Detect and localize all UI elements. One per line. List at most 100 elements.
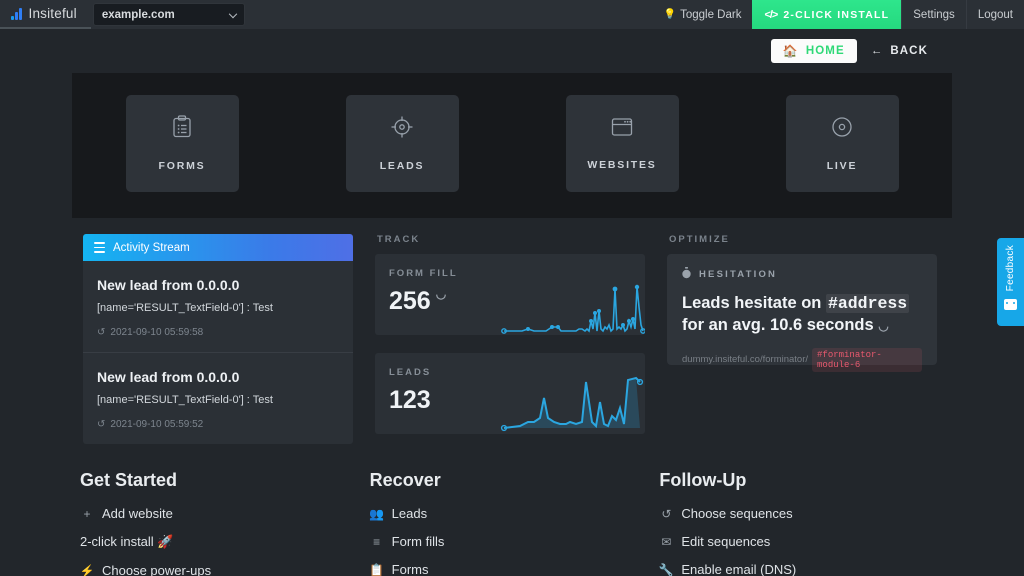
- top-nav-actions: 💡 Toggle Dark </> 2-CLICK INSTALL Settin…: [653, 0, 1024, 29]
- activity-stream-title: Activity Stream: [113, 241, 190, 254]
- tile-live[interactable]: LIVE: [785, 95, 899, 192]
- hesitation-headline: Leads hesitate on #address for an avg. 1…: [682, 293, 922, 337]
- link-label: 2-click install 🚀: [80, 534, 174, 549]
- link-label: Leads: [391, 506, 428, 521]
- metric-value-wrap: 256 ◡: [389, 287, 458, 316]
- link-edit-sequences[interactable]: ✉ Edit sequences: [659, 534, 949, 549]
- activity-title: New lead from 0.0.0.0: [97, 277, 240, 293]
- top-navigation-bar: Insiteful example.com 💡 Toggle Dark </> …: [0, 0, 1024, 29]
- settings-label: Settings: [913, 8, 955, 21]
- install-label: 2-CLICK INSTALL: [783, 8, 890, 21]
- hamburger-icon: [94, 242, 105, 253]
- home-icon: 🏠: [782, 44, 799, 58]
- smiley-face-icon: [1004, 299, 1017, 311]
- clipboard-icon: 📋: [369, 562, 385, 576]
- hesitation-header: HESITATION: [682, 267, 922, 282]
- brand-logo[interactable]: Insiteful: [0, 0, 91, 29]
- link-label: Forms: [391, 562, 429, 576]
- link-2-click-install[interactable]: 2-click install 🚀: [80, 534, 370, 550]
- toggle-dark-button[interactable]: 💡 Toggle Dark: [653, 0, 753, 29]
- external-link-icon[interactable]: ◡: [436, 287, 446, 301]
- tile-label: WEBSITES: [587, 159, 657, 171]
- metric-label: FORM FILL: [389, 268, 458, 279]
- logout-label: Logout: [977, 8, 1013, 21]
- column-recover: Recover 👥 Leads ≡ Form fills 📋 Forms: [369, 470, 660, 576]
- brand-name: Insiteful: [28, 6, 77, 21]
- secondary-navigation: 🏠 HOME ← BACK: [0, 29, 1024, 73]
- logout-link[interactable]: Logout: [965, 0, 1024, 29]
- timestamp-text: 2021-09-10 05:59:58: [110, 327, 204, 338]
- metric-value: 256: [389, 287, 431, 315]
- metric-value: 123: [389, 386, 431, 414]
- track-section-label: TRACK: [377, 234, 421, 245]
- history-clock-icon: ↺: [661, 506, 672, 521]
- plus-icon: +: [83, 506, 91, 521]
- code-brackets-icon: </>: [764, 8, 778, 21]
- two-click-install-button[interactable]: </> 2-CLICK INSTALL: [752, 0, 902, 29]
- metric-card-leads[interactable]: LEADS 123: [375, 353, 645, 434]
- link-label: Add website: [102, 506, 173, 521]
- site-selector-value: example.com: [101, 8, 175, 21]
- headline-part-1: Leads hesitate on: [682, 294, 826, 312]
- link-recover-leads[interactable]: 👥 Leads: [369, 506, 660, 521]
- history-clock-icon: ↺: [97, 419, 106, 430]
- metric-value-wrap: 123: [389, 386, 431, 415]
- settings-link[interactable]: Settings: [901, 0, 966, 29]
- hesitation-label: HESITATION: [699, 269, 778, 280]
- headline-part-2: for an avg. 10.6 seconds: [682, 315, 874, 334]
- link-add-website[interactable]: + Add website: [80, 506, 370, 521]
- clipboard-icon: [171, 115, 193, 144]
- hesitation-field-tag: #address: [825, 294, 910, 313]
- chevron-down-icon: [228, 9, 238, 18]
- back-button[interactable]: ← BACK: [871, 45, 928, 57]
- tile-forms[interactable]: FORMS: [125, 95, 239, 192]
- site-selector-dropdown[interactable]: example.com: [92, 3, 245, 26]
- hesitation-card[interactable]: HESITATION Leads hesitate on #address fo…: [667, 254, 937, 372]
- link-label: Choose sequences: [681, 506, 793, 521]
- activity-stream-header[interactable]: Activity Stream: [83, 234, 353, 261]
- feedback-tab[interactable]: Feedback: [997, 238, 1024, 326]
- tile-label: LEADS: [379, 160, 425, 172]
- hesitation-url: dummy.insiteful.co/forminator/: [682, 354, 809, 366]
- link-choose-sequences[interactable]: ↺ Choose sequences: [659, 506, 949, 521]
- activity-stream-panel: Activity Stream New lead from 0.0.0.0 [n…: [83, 234, 353, 444]
- metric-card-form-fill[interactable]: FORM FILL 256 ◡: [375, 254, 645, 335]
- column-heading: Follow-Up: [659, 470, 747, 490]
- link-recover-forms[interactable]: 📋 Forms: [369, 562, 660, 576]
- link-label: Choose power-ups: [102, 563, 212, 576]
- tile-websites[interactable]: WEBSITES: [565, 95, 679, 192]
- list-item[interactable]: New lead from 0.0.0.0 [name='RESULT_Text…: [83, 352, 353, 444]
- history-clock-icon: ↺: [97, 327, 106, 338]
- external-link-icon[interactable]: ◡: [878, 319, 888, 333]
- tile-leads[interactable]: LEADS: [345, 95, 459, 192]
- bolt-icon: ⚡: [79, 563, 95, 576]
- back-label: BACK: [890, 45, 928, 57]
- activity-title: New lead from 0.0.0.0: [97, 369, 240, 385]
- leads-sparkline: [500, 376, 644, 432]
- tile-label: FORMS: [158, 160, 206, 172]
- column-follow-up: Follow-Up ↺ Choose sequences ✉ Edit sequ…: [659, 470, 949, 576]
- link-label: Edit sequences: [681, 534, 771, 549]
- envelope-icon: ✉: [661, 534, 672, 549]
- column-heading: Get Started: [80, 470, 178, 490]
- link-enable-email-dns[interactable]: 🔧 Enable email (DNS): [659, 562, 949, 576]
- bar-chart-logo-icon: [11, 7, 22, 20]
- timestamp-text: 2021-09-10 05:59:52: [110, 419, 204, 430]
- activity-subtitle: [name='RESULT_TextField-0'] : Test: [97, 394, 273, 406]
- link-recover-form-fills[interactable]: ≡ Form fills: [370, 534, 660, 549]
- metric-label: LEADS: [389, 367, 432, 378]
- list-item[interactable]: New lead from 0.0.0.0 [name='RESULT_Text…: [83, 261, 353, 352]
- record-circle-icon: [830, 115, 854, 144]
- lightbulb-icon: 💡: [663, 9, 677, 20]
- quick-links-row: Get Started + Add website 2-click instal…: [0, 444, 1024, 576]
- activity-timestamp: ↺ 2021-09-10 05:59:52: [97, 419, 339, 430]
- section-tiles: FORMS LEADS WEBSITES LIVE: [72, 73, 952, 218]
- link-choose-power-ups[interactable]: ⚡ Choose power-ups: [80, 563, 370, 576]
- home-button[interactable]: 🏠 HOME: [770, 39, 857, 63]
- hesitation-url-row: dummy.insiteful.co/forminator/ #forminat…: [682, 347, 922, 372]
- form-fill-sparkline: [501, 284, 645, 334]
- users-icon: 👥: [369, 506, 385, 521]
- optimize-panel: OPTIMIZE HESITATION Leads hesitate on #a…: [667, 234, 937, 444]
- hesitation-module-badge: #forminator-module-6: [812, 347, 922, 372]
- crosshair-target-icon: [390, 115, 414, 144]
